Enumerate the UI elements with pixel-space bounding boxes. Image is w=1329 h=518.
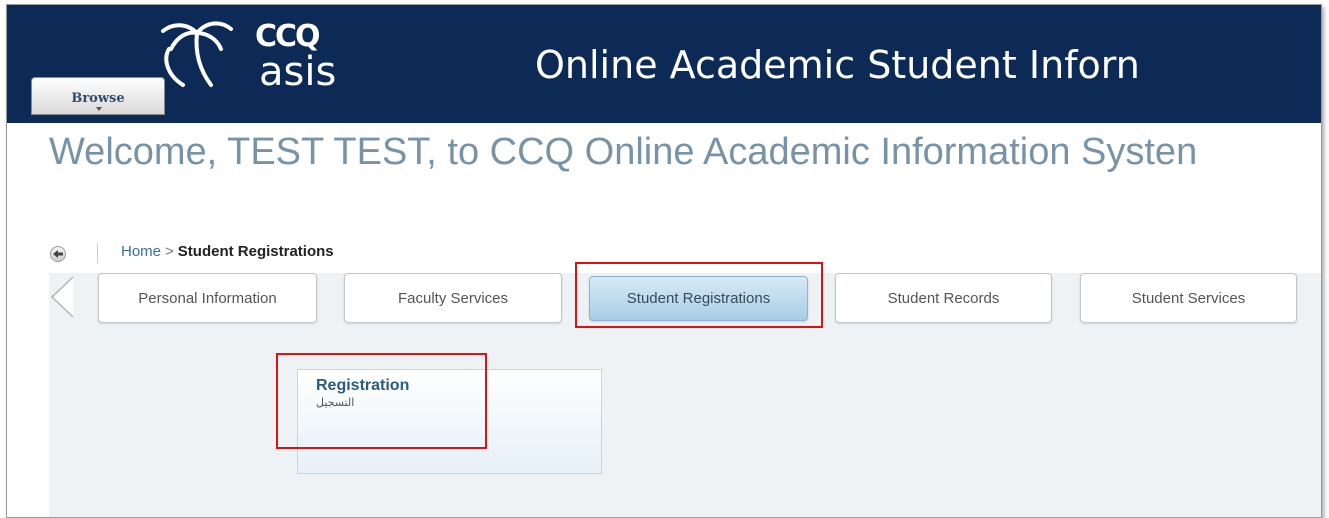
highlight-box-card (276, 353, 487, 449)
tab-student-services[interactable]: Student Services (1080, 273, 1297, 323)
highlight-box-tab (575, 262, 823, 328)
tab-personal-information[interactable]: Personal Information (98, 273, 317, 323)
app-window: CCQ asis Browse Online Academic Student … (6, 4, 1322, 518)
breadcrumb-home-link[interactable]: Home (121, 243, 161, 260)
tab-label: Personal Information (138, 290, 277, 307)
browse-label: Browse (71, 91, 125, 106)
tab-faculty-services[interactable]: Faculty Services (344, 273, 562, 323)
breadcrumb-current: Student Registrations (177, 243, 334, 260)
tab-label: Faculty Services (397, 290, 509, 307)
logo-asis-text: asis (259, 49, 337, 95)
tab-label: Student Records (887, 290, 1000, 307)
back-arrow-icon[interactable] (50, 246, 66, 262)
breadcrumb: Home > Student Registrations (121, 243, 334, 260)
header-banner: CCQ asis Browse Online Academic Student … (7, 5, 1321, 123)
breadcrumb-divider (97, 243, 98, 263)
palm-tree-icon (161, 21, 233, 87)
tab-label: Student Services (1131, 290, 1246, 307)
tab-student-records[interactable]: Student Records (835, 273, 1052, 323)
breadcrumb-separator: > (165, 243, 174, 260)
browse-button[interactable]: Browse (31, 77, 165, 115)
system-title: Online Academic Student Inforn (535, 43, 1140, 87)
caret-down-icon (96, 107, 102, 111)
chevron-left-icon[interactable] (49, 275, 75, 319)
welcome-message: Welcome, TEST TEST, to CCQ Online Academ… (49, 131, 1198, 173)
